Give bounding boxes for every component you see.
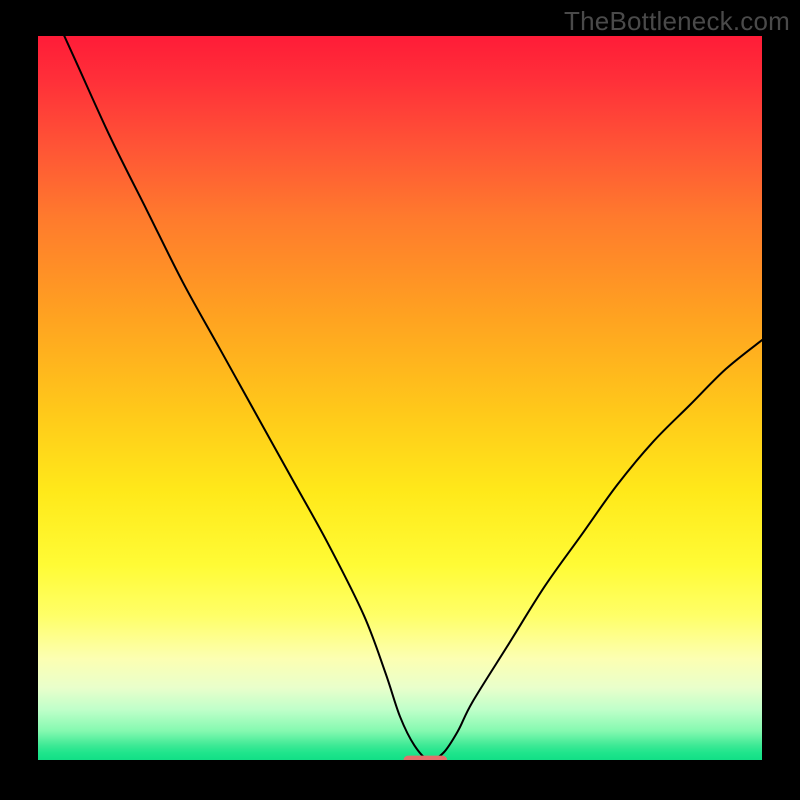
chart-container: TheBottleneck.com — [0, 0, 800, 800]
plot-area — [38, 36, 762, 760]
bottleneck-curve — [38, 36, 762, 760]
optimum-marker — [404, 756, 447, 760]
chart-svg — [38, 36, 762, 760]
watermark-text: TheBottleneck.com — [564, 6, 790, 37]
